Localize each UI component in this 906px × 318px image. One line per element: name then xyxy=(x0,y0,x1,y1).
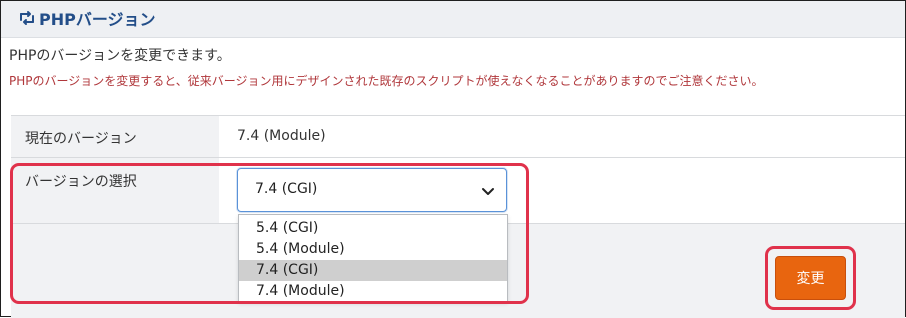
current-version-label-cell: 現在のバージョン xyxy=(11,116,219,157)
intro-text: PHPのバージョンを変更できます。 xyxy=(9,48,231,64)
version-option-selected[interactable]: 7.4 (CGI) xyxy=(239,260,507,281)
version-options-list: 5.4 (CGI) 5.4 (Module) 7.4 (CGI) 7.4 (Mo… xyxy=(238,214,508,302)
current-version-row: 現在のバージョン 7.4 (Module) xyxy=(11,116,905,158)
warning-text: PHPのバージョンを変更すると、従来バージョン用にデザインされた既存のスクリプト… xyxy=(9,74,764,88)
version-select-label: バージョンの選択 xyxy=(25,174,137,190)
version-option[interactable]: 5.4 (Module) xyxy=(239,239,507,260)
change-button[interactable]: 変更 xyxy=(775,256,846,300)
panel-title: PHPバージョン xyxy=(17,7,156,29)
version-select-label-cell: バージョンの選択 xyxy=(11,158,219,223)
version-option[interactable]: 5.4 (CGI) xyxy=(239,218,507,239)
version-option[interactable]: 7.4 (Module) xyxy=(239,281,507,302)
panel-title-text: PHPバージョン xyxy=(39,10,156,29)
current-version-label: 現在のバージョン xyxy=(25,131,137,147)
version-select[interactable]: 7.4 (CGI) xyxy=(237,168,507,212)
current-version-value: 7.4 (Module) xyxy=(237,128,326,144)
version-select-value: 7.4 (CGI) xyxy=(255,181,318,197)
chevron-down-icon xyxy=(481,183,495,197)
panel-header: PHPバージョン xyxy=(1,1,905,38)
refresh-icon xyxy=(17,8,37,28)
